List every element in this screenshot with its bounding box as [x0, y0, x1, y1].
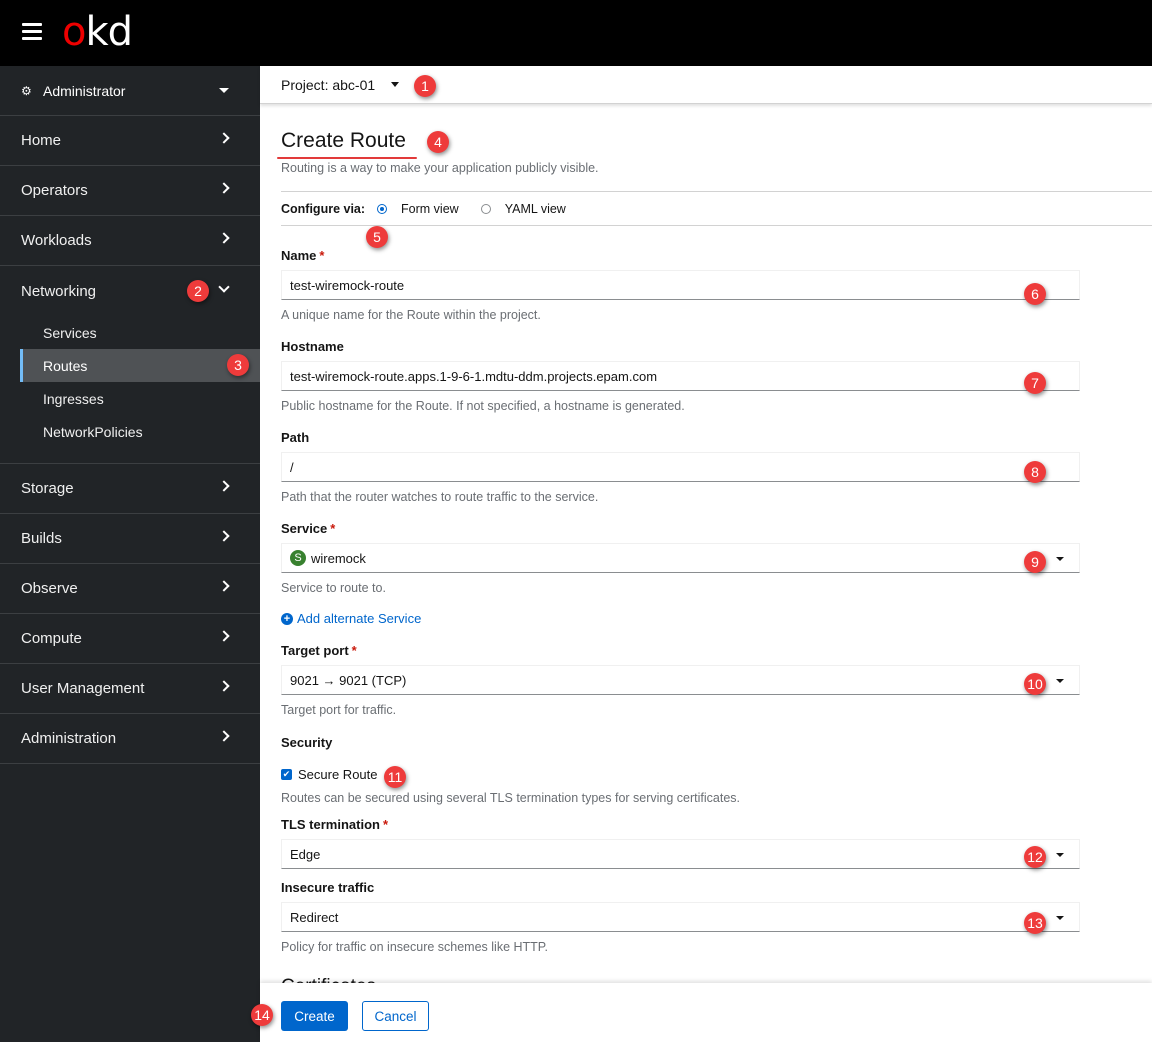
security-heading: Security — [281, 735, 333, 750]
annotation-badge: 6 — [1024, 283, 1046, 305]
page-subtitle: Routing is a way to make your applicatio… — [281, 161, 599, 175]
chevron-right-icon — [218, 530, 230, 542]
annotation-badge: 1 — [414, 75, 436, 97]
project-selector[interactable]: Project: abc-01 — [281, 77, 400, 93]
networking-subnav: Services Routes Ingresses NetworkPolicie… — [0, 316, 260, 463]
sidebar-item-user-management[interactable]: User Management — [0, 664, 260, 714]
sidebar-item-networkpolicies[interactable]: NetworkPolicies — [20, 415, 260, 448]
sidebar-item-builds[interactable]: Builds — [0, 514, 260, 564]
annotation-badge: 13 — [1024, 912, 1046, 934]
sidebar-item-administration[interactable]: Administration — [0, 714, 260, 764]
sidebar-item-observe[interactable]: Observe — [0, 564, 260, 614]
chevron-right-icon — [218, 580, 230, 592]
tls-termination-select[interactable]: Edge — [281, 839, 1080, 869]
plus-circle-icon: + — [281, 612, 293, 625]
annotation-badge: 10 — [1024, 673, 1046, 695]
sidebar-group-networking: Networking Services Routes Ingresses Net… — [0, 266, 260, 464]
service-field: Service * S wiremock Service to route to. — [281, 521, 1080, 595]
hostname-input[interactable]: test-wiremock-route.apps.1-9-6-1.mdtu-dd… — [281, 361, 1080, 391]
annotation-badge: 12 — [1024, 846, 1046, 868]
sidebar-item-routes[interactable]: Routes — [20, 349, 260, 382]
security-help: Routes can be secured using several TLS … — [281, 791, 741, 805]
name-field: Name * test-wiremock-route A unique name … — [281, 248, 1080, 322]
annotation-badge: 2 — [187, 280, 209, 302]
create-route-form: Create Route Routing is a way to make yo… — [277, 104, 1152, 954]
chevron-right-icon — [218, 680, 230, 692]
cogs-icon: ⚙ — [21, 83, 32, 98]
yaml-view-radio[interactable]: YAML view — [480, 202, 566, 216]
insecure-traffic-help: Policy for traffic on insecure schemes l… — [281, 940, 548, 954]
configure-via-label: Configure via: — [281, 201, 366, 216]
service-help: Service to route to. — [281, 581, 386, 595]
sidebar-item-services[interactable]: Services — [20, 316, 260, 349]
chevron-right-icon — [218, 132, 230, 144]
perspective-switcher[interactable]: ⚙ Administrator — [0, 66, 260, 116]
title-underline — [277, 157, 417, 159]
name-help: A unique name for the Route within the p… — [281, 308, 541, 322]
caret-down-icon — [1056, 853, 1064, 857]
chevron-right-icon — [218, 182, 230, 194]
radio-unselected-icon — [480, 203, 491, 214]
annotation-badge: 5 — [366, 226, 388, 248]
sidebar-item-networking[interactable]: Networking — [0, 266, 260, 316]
insecure-traffic-select[interactable]: Redirect — [281, 902, 1080, 932]
target-port-select[interactable]: 9021 → 9021 (TCP) — [281, 665, 1080, 695]
annotation-badge: 8 — [1024, 461, 1046, 483]
annotation-badge: 9 — [1024, 551, 1046, 573]
caret-down-icon — [219, 88, 229, 93]
configure-via: Configure via: Form view YAML view — [281, 191, 1152, 226]
sidebar-item-workloads[interactable]: Workloads — [0, 216, 260, 266]
checkbox-checked-icon: ✔ — [281, 769, 292, 780]
chevron-right-icon — [218, 630, 230, 642]
annotation-badge: 7 — [1024, 372, 1046, 394]
tls-termination-field: TLS termination * Edge — [281, 817, 1080, 869]
page-title: Create Route — [277, 129, 417, 159]
target-port-help: Target port for traffic. — [281, 703, 397, 717]
path-field: Path / Path that the router watches to r… — [281, 430, 1080, 504]
caret-down-icon — [1056, 679, 1064, 683]
secure-route-checkbox[interactable]: ✔ Secure Route — [281, 767, 1152, 782]
sidebar-item-home[interactable]: Home — [0, 116, 260, 166]
annotation-badge: 11 — [384, 766, 406, 788]
insecure-traffic-field: Insecure traffic Redirect Policy for tra… — [281, 880, 1080, 954]
caret-down-icon — [1056, 916, 1064, 920]
hostname-help: Public hostname for the Route. If not sp… — [281, 399, 685, 413]
sidebar-item-ingresses[interactable]: Ingresses — [20, 382, 260, 415]
annotation-badge: 14 — [251, 1004, 273, 1026]
caret-down-icon — [1056, 557, 1064, 561]
chevron-right-icon — [218, 480, 230, 492]
sidebar-item-operators[interactable]: Operators — [0, 166, 260, 216]
hamburger-menu-icon[interactable] — [22, 23, 42, 40]
annotation-badge: 4 — [427, 131, 449, 153]
perspective-label: Administrator — [43, 82, 126, 99]
caret-down-icon — [391, 82, 400, 87]
radio-selected-icon — [377, 203, 388, 214]
main-content: Project: abc-01 Create Route Routing is … — [260, 66, 1152, 1042]
form-footer: Create Cancel — [260, 983, 1152, 1042]
project-bar: Project: abc-01 — [260, 66, 1152, 104]
service-badge-icon: S — [290, 550, 306, 566]
sidebar-item-storage[interactable]: Storage — [0, 464, 260, 514]
name-input[interactable]: test-wiremock-route — [281, 270, 1080, 300]
cancel-button[interactable]: Cancel — [362, 1001, 429, 1031]
sidebar-item-compute[interactable]: Compute — [0, 614, 260, 664]
okd-logo[interactable]: o kd — [62, 8, 133, 52]
form-view-radio[interactable]: Form view — [377, 202, 459, 216]
annotation-badge: 3 — [227, 354, 249, 376]
service-select[interactable]: S wiremock — [281, 543, 1080, 573]
sidebar: ⚙ Administrator Home Operators Workloads… — [0, 66, 260, 1042]
chevron-right-icon — [218, 730, 230, 742]
chevron-right-icon — [218, 232, 230, 244]
chevron-down-icon — [218, 281, 230, 293]
hostname-field: Hostname test-wiremock-route.apps.1-9-6-… — [281, 339, 1080, 413]
create-button[interactable]: Create — [281, 1001, 348, 1031]
path-help: Path that the router watches to route tr… — [281, 490, 599, 504]
target-port-field: Target port * 9021 → 9021 (TCP) Target po… — [281, 643, 1080, 717]
masthead: o kd — [0, 0, 1152, 66]
path-input[interactable]: / — [281, 452, 1080, 482]
add-alternate-service-link[interactable]: + Add alternate Service — [281, 611, 1152, 626]
